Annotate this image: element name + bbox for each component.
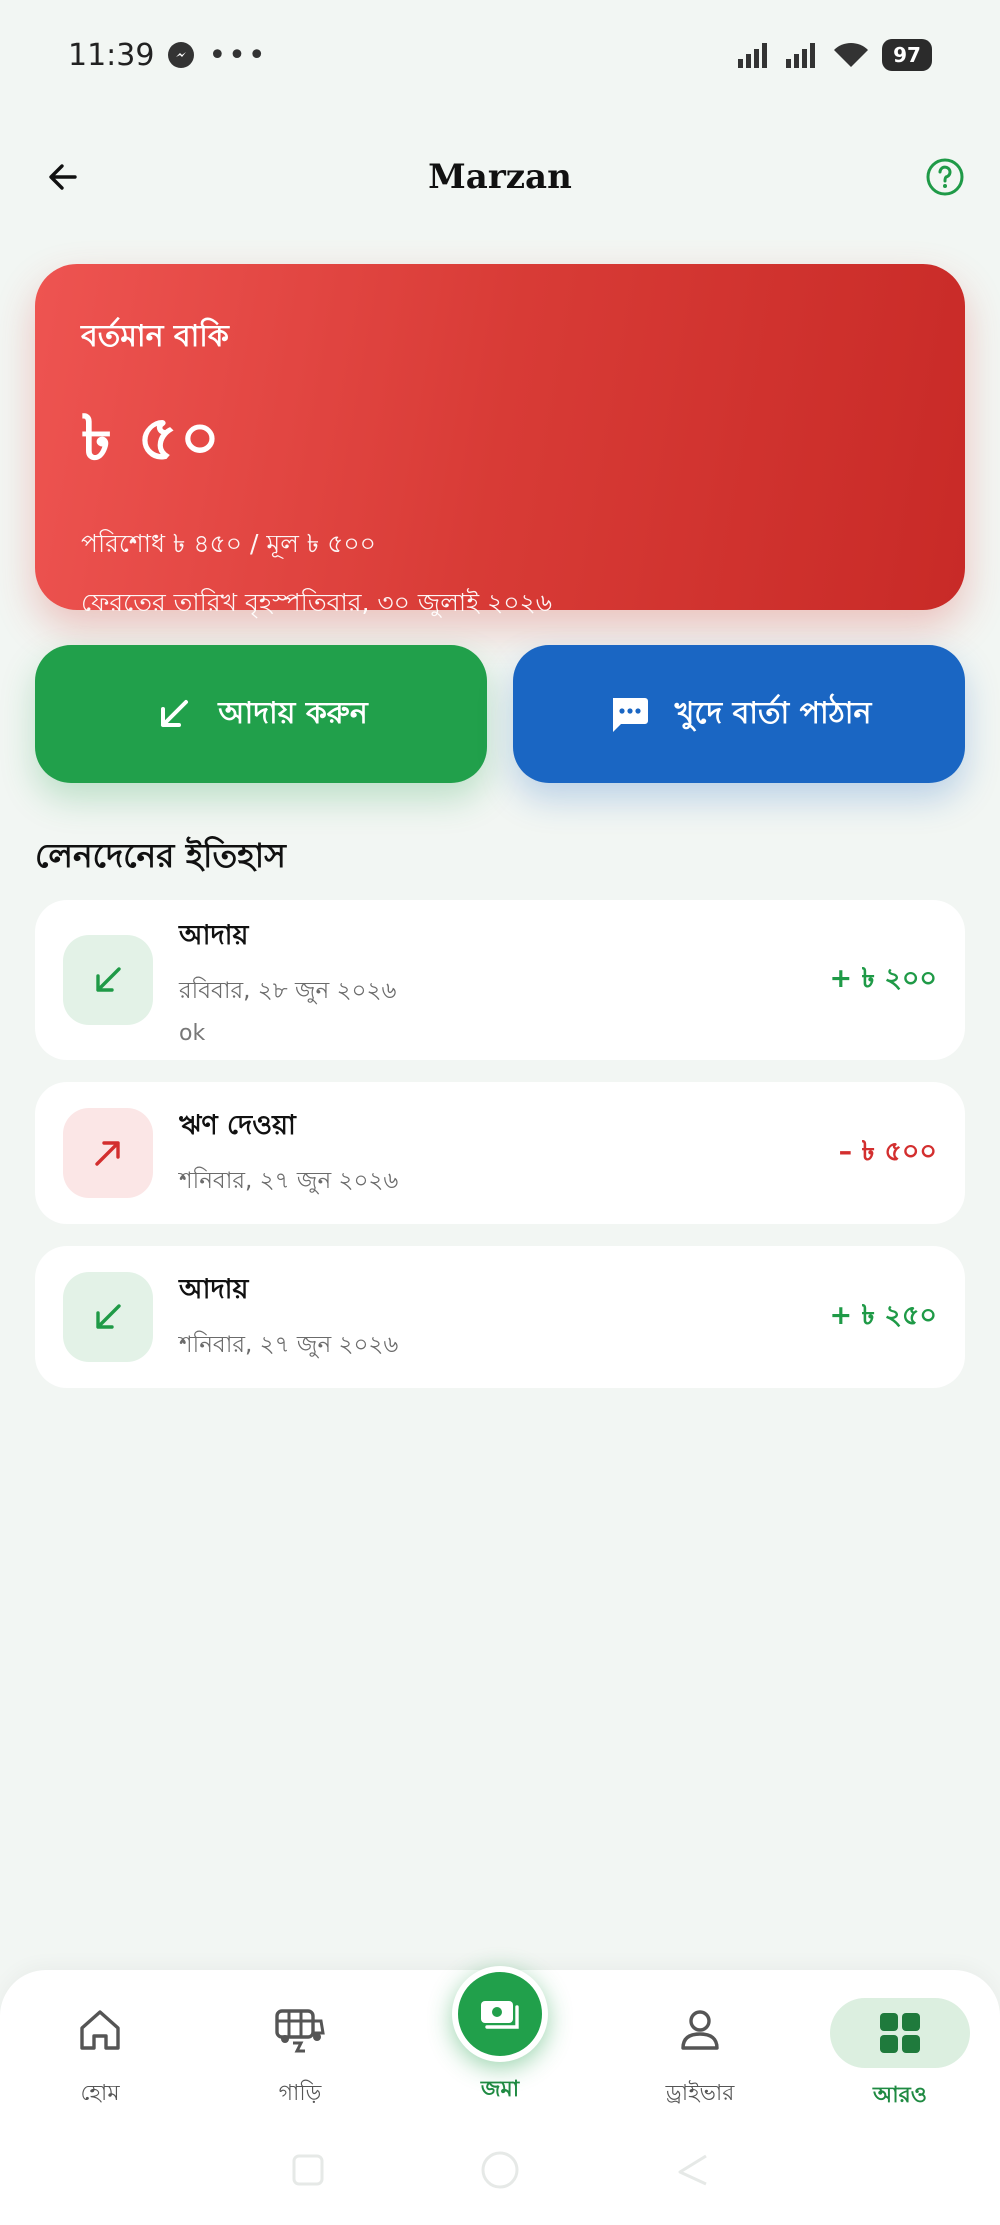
status-right: 97	[736, 39, 932, 71]
collect-icon-box	[63, 935, 153, 1025]
send-sms-label: খুদে বার্তা পাঠান	[674, 695, 872, 731]
transaction-body: আদায় রবিবার, ২৮ জুন ২০২৬ ok	[179, 915, 829, 1046]
help-circle-icon	[926, 158, 964, 196]
current-due-card: বর্তমান বাকি ৳ ৫০ পরিশোধ ৳ ৪৫০ / মূল ৳ ৫…	[35, 264, 965, 617]
messenger-icon	[168, 42, 195, 68]
battery-indicator: 97	[882, 39, 932, 71]
transaction-date: রবিবার, ২৮ জুন ২০২৬	[179, 977, 397, 1004]
home-circle-icon[interactable]	[478, 2148, 522, 2192]
transaction-item[interactable]: আদায় শনিবার, ২৭ জুন ২০২৬ + ৳ ২৫০	[35, 1246, 965, 1388]
nav-home-label: হোম	[80, 2081, 120, 2106]
message-icon	[612, 698, 648, 732]
help-button[interactable]	[920, 152, 970, 202]
grid-icon	[830, 1998, 970, 2068]
nav-more[interactable]: আরও	[830, 1998, 970, 2115]
arrow-down-left-icon	[161, 700, 189, 727]
collect-button[interactable]: আদায় করুন	[35, 645, 487, 783]
transaction-date: শনিবার, ২৭ জুন ২০২৬	[179, 1168, 399, 1194]
arrow-left-icon	[49, 164, 77, 190]
signal-icon-2	[786, 43, 815, 68]
wifi-icon	[834, 42, 868, 67]
nav-deposit[interactable]: জমা	[450, 1966, 550, 2109]
transaction-amount: – ৳ ৫০০	[838, 1135, 937, 1167]
transaction-amount: + ৳ ২৫০	[829, 1299, 937, 1331]
send-sms-button[interactable]: খুদে বার্তা পাঠান	[513, 645, 965, 783]
transaction-date: শনিবার, ২৭ জুন ২০২৬	[179, 1332, 399, 1358]
arrow-down-left-icon	[96, 1304, 121, 1329]
nav-driver[interactable]: ড্রাইভার	[630, 1998, 770, 2113]
status-left: 11:39 •••	[68, 38, 268, 73]
nav-driver-label: ড্রাইভার	[665, 2081, 735, 2106]
auto-rickshaw-icon	[271, 1998, 329, 2062]
transaction-item[interactable]: আদায় রবিবার, ২৮ জুন ২০২৬ ok + ৳ ২০০	[35, 900, 965, 1060]
return-date: ফেরতের তারিখ বৃহস্পতিবার, ৩০ জুলাই ২০২৬	[81, 588, 553, 617]
nav-home[interactable]: হোম	[30, 1998, 170, 2113]
nav-car-label: গাড়ি	[278, 2081, 322, 2106]
transaction-item[interactable]: ঋণ দেওয়া শনিবার, ২৭ জুন ২০২৬ – ৳ ৫০০	[35, 1082, 965, 1224]
collect-icon-box	[63, 1272, 153, 1362]
action-buttons: আদায় করুন খুদে বার্তা পাঠান	[35, 645, 965, 783]
app-header: Marzan	[0, 130, 1000, 224]
nav-car[interactable]: গাড়ি	[230, 1998, 370, 2113]
status-bar: 11:39 ••• 97	[0, 0, 1000, 110]
arrow-down-left-icon	[96, 967, 121, 992]
home-icon	[74, 1998, 126, 2062]
due-label: বর্তমান বাকি	[81, 319, 229, 354]
paid-summary: পরিশোধ ৳ ৪৫০ / মূল ৳ ৫০০	[81, 529, 376, 558]
transaction-list: আদায় রবিবার, ২৮ জুন ২০২৬ ok + ৳ ২০০ ঋণ …	[35, 900, 965, 1410]
deposit-fab[interactable]	[452, 1966, 548, 2062]
transaction-type: আদায়	[179, 1274, 249, 1305]
page-title: Marzan	[428, 157, 572, 197]
signal-icon	[738, 43, 767, 68]
due-amount: ৳ ৫০	[81, 401, 223, 474]
nav-deposit-label: জমা	[480, 2077, 520, 2102]
history-title: লেনদেনের ইতিহাস	[35, 836, 286, 875]
recent-apps-icon[interactable]	[288, 2150, 328, 2190]
nav-more-label: আরও	[873, 2083, 927, 2108]
back-button[interactable]	[38, 152, 88, 202]
transaction-note: ok	[179, 1020, 206, 1046]
arrow-up-right-icon	[95, 1141, 120, 1166]
system-nav-bar	[0, 2140, 1000, 2200]
transaction-type: ঋণ দেওয়া	[179, 1110, 296, 1141]
status-time: 11:39	[68, 37, 155, 73]
cash-icon	[481, 2001, 519, 2029]
more-notifications-icon: •••	[208, 37, 268, 73]
transaction-body: আদায় শনিবার, ২৭ জুন ২০২৬	[179, 1269, 829, 1365]
transaction-body: ঋণ দেওয়া শনিবার, ২৭ জুন ২০২৬	[179, 1105, 839, 1201]
person-icon	[674, 1998, 726, 2062]
transaction-amount: + ৳ ২০০	[829, 962, 937, 994]
loan-icon-box	[63, 1108, 153, 1198]
transaction-type: আদায়	[179, 919, 249, 951]
back-triangle-icon[interactable]	[672, 2150, 712, 2190]
collect-button-label: আদায় করুন	[218, 695, 368, 731]
